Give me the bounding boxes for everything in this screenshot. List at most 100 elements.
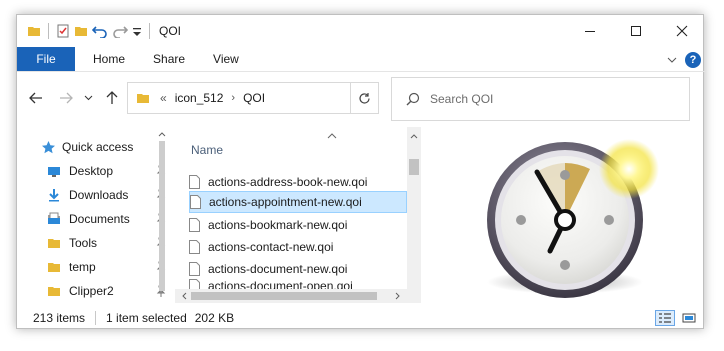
- tab-file[interactable]: File: [17, 47, 75, 71]
- search-box[interactable]: Search QOI: [391, 77, 690, 121]
- ribbon-tabs: File Home Share View ?: [17, 47, 705, 72]
- minimize-button[interactable]: [567, 15, 613, 47]
- nav-item-downloads[interactable]: Downloads: [47, 183, 169, 207]
- desktop-icon: [48, 166, 60, 177]
- tab-home[interactable]: Home: [75, 47, 139, 71]
- address-segment-icon-512[interactable]: icon_512: [175, 91, 224, 105]
- file-icon: [189, 240, 200, 254]
- scroll-thumb[interactable]: [191, 292, 377, 300]
- file-name: actions-address-book-new.qoi: [208, 175, 368, 189]
- redo-icon[interactable]: [112, 24, 128, 38]
- scroll-right-icon[interactable]: [393, 289, 403, 303]
- nav-item-quick-access[interactable]: Quick access: [41, 135, 163, 159]
- properties-icon[interactable]: [56, 24, 70, 38]
- status-divider: [95, 311, 97, 325]
- scroll-left-icon[interactable]: [179, 289, 189, 303]
- star-icon: [42, 140, 55, 153]
- details-view-icon: [659, 313, 671, 323]
- undo-icon[interactable]: [92, 24, 108, 38]
- maximize-button[interactable]: [613, 15, 659, 47]
- file-list: Name actions-address-book-new.qoi action…: [175, 127, 423, 303]
- refresh-icon: [359, 92, 370, 104]
- nav-item-label: Desktop: [69, 164, 114, 178]
- file-icon: [190, 195, 201, 209]
- folder-icon: [137, 94, 149, 103]
- view-switcher: [655, 310, 699, 326]
- expand-ribbon-icon[interactable]: [667, 56, 677, 64]
- arrow-right-icon: [60, 92, 73, 104]
- nav-item-desktop[interactable]: Desktop: [47, 159, 169, 183]
- scroll-thumb[interactable]: [409, 159, 419, 175]
- nav-item-tools[interactable]: Tools: [47, 231, 169, 255]
- nav-item-label: Documents: [69, 212, 130, 226]
- nav-item-label: Downloads: [69, 188, 129, 202]
- address-bar[interactable]: « icon_512 › QOI: [127, 82, 379, 114]
- help-icon[interactable]: ?: [685, 51, 701, 68]
- back-button[interactable]: [25, 87, 47, 109]
- scroll-up-icon[interactable]: [407, 131, 421, 141]
- arrow-up-icon: [106, 91, 118, 104]
- details-view-button[interactable]: [655, 310, 675, 326]
- forward-button[interactable]: [55, 87, 77, 109]
- refresh-button[interactable]: [350, 83, 378, 113]
- explorer-window: QOI File Home Share View ? « icon_512 › …: [16, 14, 705, 329]
- up-button[interactable]: [101, 87, 123, 109]
- scroll-thumb[interactable]: [159, 141, 165, 291]
- status-selection: 1 item selected: [106, 311, 187, 325]
- nav-item-clipper2[interactable]: Clipper2: [47, 279, 169, 303]
- folder-icon: [28, 27, 40, 36]
- file-list-horizontal-scrollbar[interactable]: [175, 289, 407, 303]
- file-row[interactable]: actions-bookmark-new.qoi: [189, 214, 407, 236]
- file-name: actions-bookmark-new.qoi: [208, 218, 348, 232]
- window-title: QOI: [159, 24, 182, 38]
- file-icon: [189, 262, 200, 276]
- toolbar-divider: [149, 23, 150, 39]
- status-size: 202 KB: [194, 311, 235, 325]
- status-bar: 213 items 1 item selected 202 KB: [17, 307, 705, 329]
- customize-toolbar-icon[interactable]: [132, 24, 142, 38]
- clock-appointment-icon: [487, 139, 659, 298]
- address-segment-qoi[interactable]: QOI: [243, 91, 265, 105]
- search-icon: [406, 92, 420, 106]
- nav-item-temp[interactable]: temp: [47, 255, 169, 279]
- file-row[interactable]: actions-address-book-new.qoi: [189, 171, 407, 193]
- nav-item-label: Quick access: [62, 140, 134, 154]
- file-row[interactable]: actions-contact-new.qoi: [189, 236, 407, 258]
- file-row-selected[interactable]: actions-appointment-new.qoi: [189, 191, 407, 213]
- scroll-up-icon[interactable]: [156, 129, 168, 139]
- nav-item-label: Clipper2: [69, 284, 114, 298]
- breadcrumb-chevron-icon[interactable]: ›: [231, 92, 235, 104]
- column-header-name[interactable]: Name: [191, 143, 223, 157]
- file-icon: [189, 218, 200, 232]
- status-item-count: 213 items: [33, 311, 86, 325]
- search-input[interactable]: Search QOI: [430, 92, 493, 106]
- address-row: « icon_512 › QOI Search QOI: [17, 75, 705, 125]
- window-controls: [567, 15, 705, 47]
- folder-icon: [48, 287, 60, 296]
- folder-icon: [48, 239, 60, 248]
- close-button[interactable]: [659, 15, 705, 47]
- ribbon-right: ?: [667, 47, 701, 72]
- large-icons-view-icon: [682, 313, 696, 323]
- title-bar: QOI: [17, 15, 705, 47]
- nav-item-label: Tools: [69, 236, 98, 250]
- file-name: actions-appointment-new.qoi: [209, 195, 362, 209]
- preview-pane: [425, 127, 703, 303]
- recent-locations-button[interactable]: [81, 87, 95, 109]
- quick-access-toolbar: [17, 15, 153, 47]
- maximize-icon: [631, 26, 641, 36]
- nav-item-documents[interactable]: Documents: [47, 207, 169, 231]
- tab-share[interactable]: Share: [139, 47, 199, 71]
- nav-pane-scrollbar[interactable]: [156, 127, 168, 303]
- address-overflow[interactable]: «: [160, 91, 167, 105]
- new-folder-icon[interactable]: [74, 24, 88, 38]
- file-list-vertical-scrollbar[interactable]: [407, 127, 421, 303]
- tab-view[interactable]: View: [199, 47, 253, 71]
- download-icon: [49, 189, 59, 202]
- chevron-down-icon: [84, 95, 92, 101]
- nav-item-label: temp: [69, 260, 96, 274]
- documents-icon: [48, 212, 60, 224]
- large-icons-view-button[interactable]: [679, 310, 699, 326]
- minimize-icon: [585, 31, 595, 32]
- file-name: actions-contact-new.qoi: [208, 240, 334, 254]
